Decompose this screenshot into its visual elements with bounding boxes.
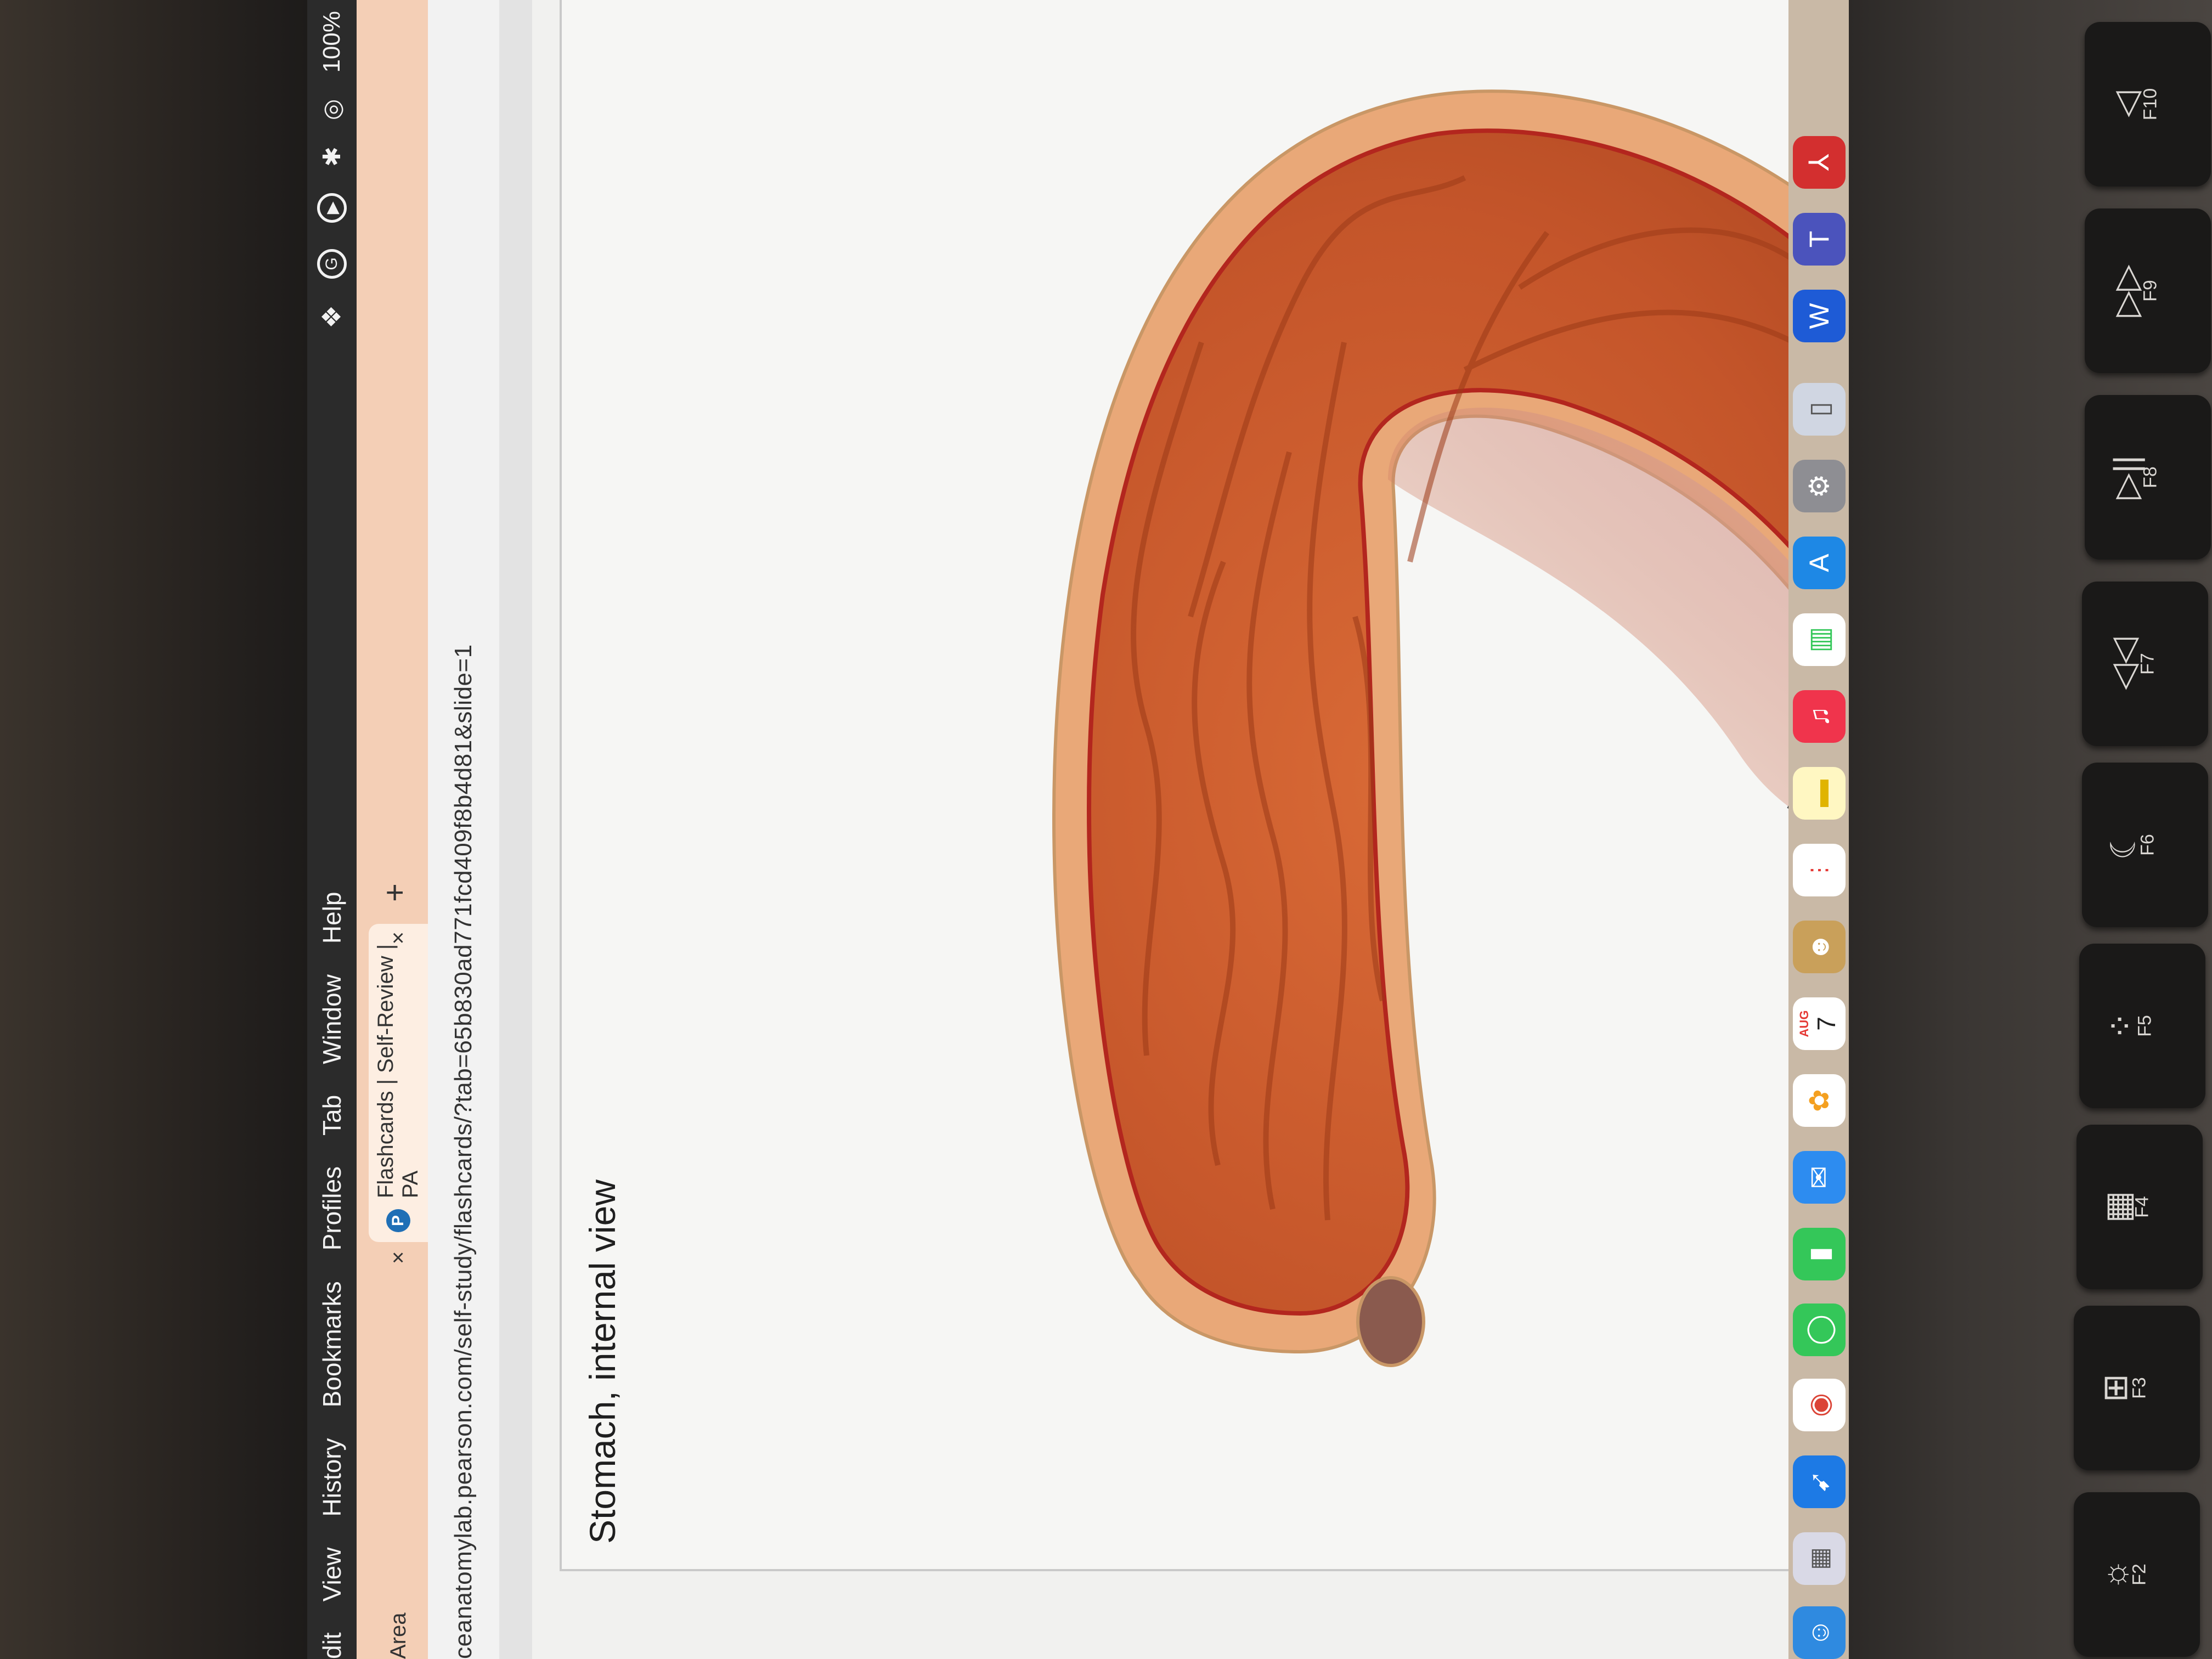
grammarly-icon[interactable]: G (317, 249, 347, 279)
key-label: F6 (2137, 834, 2158, 856)
screen-content: dit View History Bookmarks Profiles Tab … (307, 0, 1849, 1659)
reminders-icon[interactable]: ⋮ (1793, 844, 1846, 896)
word-icon[interactable]: W (1793, 290, 1846, 342)
tab-flashcards[interactable]: P Flashcards | Self-Review | PA × (369, 924, 428, 1242)
launchpad-icon[interactable]: ▦ (1793, 1532, 1846, 1585)
pearson-icon: P (386, 1209, 410, 1232)
acrobat-icon[interactable]: ⅄ (1793, 136, 1846, 189)
menu-help[interactable]: Help (317, 892, 347, 944)
menu-tab[interactable]: Tab (317, 1095, 347, 1136)
menu-bar: dit View History Bookmarks Profiles Tab … (307, 0, 357, 1659)
tab-bar: Area × P Flashcards | Self-Review | PA ×… (357, 0, 428, 1659)
menu-edit[interactable]: dit (317, 1632, 347, 1659)
chrome-icon[interactable]: ◉ (1793, 1379, 1846, 1431)
calendar-month: AUG (1797, 1010, 1811, 1037)
laptop-screen: dit View History Bookmarks Profiles Tab … (307, 0, 1849, 1659)
notes-icon[interactable]: ▬ (1793, 767, 1846, 820)
photos-icon[interactable]: ✿ (1793, 1074, 1846, 1127)
new-tab-button[interactable]: + (376, 883, 413, 902)
teams-icon[interactable]: T (1793, 213, 1846, 266)
menu-bookmarks[interactable]: Bookmarks (317, 1281, 347, 1407)
facetime-icon[interactable]: ▮ (1793, 1228, 1846, 1280)
key-label: F9 (2140, 280, 2161, 302)
url-text: ceanatomylab.pearson.com/self-study/flas… (450, 644, 477, 1659)
key-f10[interactable]: ◁ F10 (2085, 22, 2211, 187)
key-label: F8 (2140, 466, 2161, 488)
dropbox-icon[interactable]: ❖ (317, 305, 347, 329)
toolbar-strip (499, 0, 532, 1659)
key-f9[interactable]: ▷▷ F9 (2085, 208, 2211, 373)
calendar-icon[interactable]: AUG 7 (1793, 997, 1846, 1050)
play-icon[interactable]: ▶ (317, 193, 347, 223)
key-f8[interactable]: ▷|| F8 (2085, 395, 2211, 560)
desk-background (0, 0, 307, 1659)
contacts-icon[interactable]: ☻ (1793, 921, 1846, 973)
menu-view[interactable]: View (317, 1548, 347, 1602)
calendar-day: 7 (1812, 1017, 1841, 1031)
key-label: F2 (2129, 1564, 2150, 1585)
finder-icon[interactable]: ☺ (1793, 1606, 1846, 1659)
key-label: F7 (2137, 653, 2158, 675)
safari-icon[interactable]: ➹ (1793, 1455, 1846, 1508)
key-f5[interactable]: ⁘ F5 (2079, 944, 2205, 1108)
app-store-icon[interactable]: A (1793, 537, 1846, 589)
battery-percent: 100% (318, 11, 345, 73)
key-label: F4 (2131, 1196, 2153, 1218)
status-area: ❖ G ▶ ✱ ◎ 100% (307, 11, 357, 329)
key-f4[interactable]: ▦ F4 (2076, 1125, 2203, 1289)
close-tab-icon[interactable]: × (386, 1251, 411, 1264)
menu-history[interactable]: History (317, 1438, 347, 1516)
menu-profiles[interactable]: Profiles (317, 1166, 347, 1250)
flashcard-content: Stomach, internal view (532, 0, 1849, 1659)
close-tab-icon[interactable]: × (386, 932, 411, 944)
key-f3[interactable]: ⊞ F3 (2074, 1306, 2200, 1470)
cardiac-opening (1356, 1276, 1425, 1367)
key-label: F3 (2129, 1377, 2150, 1399)
key-f2[interactable]: ☼ F2 (2074, 1492, 2200, 1657)
mail-icon[interactable]: ✉ (1793, 1151, 1846, 1204)
music-icon[interactable]: ♫ (1793, 690, 1846, 743)
bluetooth-icon[interactable]: ✱ (318, 146, 346, 167)
key-f6[interactable]: ☾ F6 (2082, 763, 2208, 927)
iphone-mirroring-icon[interactable]: ▯ (1793, 383, 1846, 436)
key-f7[interactable]: ◁◁ F7 (2082, 582, 2208, 746)
numbers-icon[interactable]: ▥ (1793, 613, 1846, 666)
address-bar[interactable]: ceanatomylab.pearson.com/self-study/flas… (428, 0, 501, 1659)
key-label: F5 (2134, 1015, 2155, 1037)
key-label: F10 (2140, 88, 2161, 121)
tab-label: Flashcards | Self-Review | PA (374, 944, 422, 1199)
menu-window[interactable]: Window (317, 974, 347, 1064)
dock: ☺ ▦ ➹ ◉ ◯ ▮ ✉ ✿ AUG 7 ☻ ⋮ ▬ ♫ ▥ A ⚙ ▯ W … (1788, 0, 1849, 1659)
wifi-icon[interactable]: ◎ (318, 99, 346, 120)
tab-label: Area (386, 1612, 410, 1659)
keyboard: ☼ F2 ⊞ F3 ▦ F4 ⁘ F5 ☾ F6 ◁◁ F7 ▷|| F8 ▷▷… (1849, 0, 2212, 1659)
messages-icon[interactable]: ◯ (1793, 1304, 1846, 1356)
system-settings-icon[interactable]: ⚙ (1793, 460, 1846, 512)
stomach-illustration (1052, 89, 1849, 1367)
tab-area[interactable]: Area × (369, 1237, 428, 1659)
